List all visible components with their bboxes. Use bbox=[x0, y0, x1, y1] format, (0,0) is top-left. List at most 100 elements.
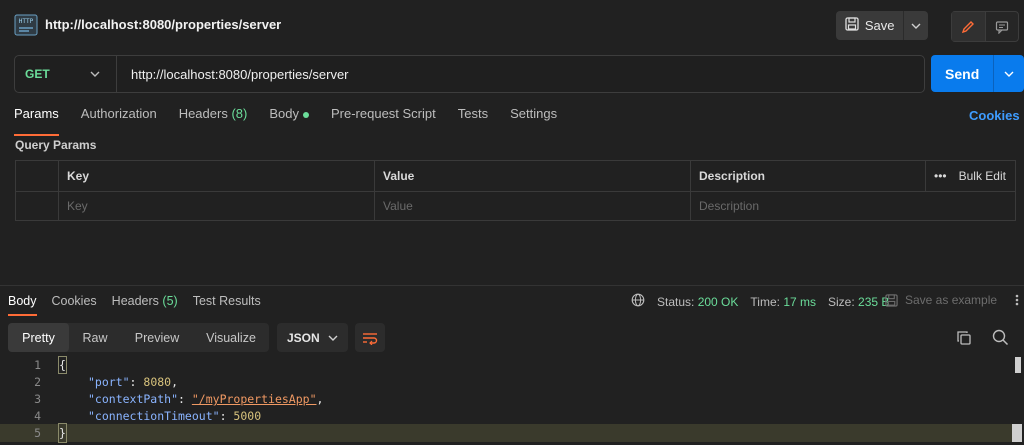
row-checkbox-cell bbox=[16, 191, 58, 221]
checkbox-column-header bbox=[16, 161, 58, 191]
tab-params[interactable]: Params bbox=[14, 106, 59, 136]
svg-text:HTTP: HTTP bbox=[19, 18, 34, 25]
save-as-example-label: Save as example bbox=[905, 293, 998, 307]
chevron-down-icon bbox=[1004, 71, 1014, 77]
copy-icon[interactable] bbox=[956, 330, 972, 349]
code-line: 1 { bbox=[0, 356, 1012, 374]
more-options-icon[interactable]: ••• bbox=[934, 169, 947, 183]
url-input[interactable]: http://localhost:8080/properties/server bbox=[131, 67, 349, 82]
format-tab-pretty[interactable]: Pretty bbox=[8, 323, 69, 352]
format-tabs: Pretty Raw Preview Visualize bbox=[8, 323, 269, 352]
format-select[interactable]: JSON bbox=[277, 323, 348, 352]
tab-headers[interactable]: Headers (8) bbox=[179, 106, 248, 128]
response-tab-headers[interactable]: Headers (5) bbox=[112, 294, 178, 308]
response-meta: Status: 200 OK Time: 17 ms Size: 235 B bbox=[631, 293, 889, 310]
format-tab-raw[interactable]: Raw bbox=[69, 323, 121, 352]
value-input[interactable]: Value bbox=[374, 191, 690, 221]
http-request-icon: HTTP bbox=[14, 14, 38, 36]
save-button[interactable]: Save bbox=[836, 11, 905, 40]
code-text: { bbox=[58, 356, 67, 374]
pencil-icon bbox=[962, 20, 975, 33]
text-cursor bbox=[1012, 424, 1022, 442]
time-info[interactable]: Time: 17 ms bbox=[750, 295, 816, 309]
send-options-button[interactable] bbox=[994, 55, 1024, 92]
save-options-button[interactable] bbox=[904, 23, 928, 29]
title-bar: HTTP http://localhost:8080/properties/se… bbox=[0, 0, 1024, 50]
json-value: 8080 bbox=[143, 375, 172, 389]
status-info[interactable]: Status: 200 OK bbox=[657, 295, 738, 309]
code-text: } bbox=[58, 423, 67, 443]
bulk-edit-link[interactable]: Bulk Edit bbox=[959, 169, 1006, 183]
wrap-lines-icon bbox=[363, 332, 378, 345]
line-number: 3 bbox=[34, 392, 41, 406]
response-tab-body[interactable]: Body bbox=[8, 294, 37, 316]
chevron-down-icon bbox=[90, 71, 100, 77]
response-headers-count: (5) bbox=[162, 294, 178, 308]
view-mode-toggle bbox=[951, 11, 1019, 42]
headers-count: (8) bbox=[231, 106, 248, 121]
json-value: 5000 bbox=[233, 409, 262, 423]
code-line: 2 "port": 8080, bbox=[0, 374, 1012, 390]
time-label: Time: bbox=[750, 294, 780, 309]
table-row: Key Value Description bbox=[16, 191, 1015, 221]
save-icon bbox=[885, 293, 898, 307]
status-value: 200 OK bbox=[697, 294, 739, 309]
response-tabs: Body Cookies Headers (5) Test Results bbox=[8, 294, 261, 316]
request-bar: GET http://localhost:8080/properties/ser… bbox=[14, 55, 925, 93]
tab-authorization[interactable]: Authorization bbox=[81, 106, 157, 128]
code-line: 4 "connectionTimeout": 5000 bbox=[0, 408, 1012, 424]
tab-headers-label: Headers bbox=[178, 106, 228, 121]
globe-icon[interactable] bbox=[631, 293, 645, 310]
size-label: Size: bbox=[828, 294, 855, 309]
save-as-example-button[interactable]: Save as example bbox=[885, 293, 997, 307]
code-text: "port": 8080, bbox=[88, 375, 179, 389]
description-input[interactable]: Description bbox=[690, 191, 1015, 221]
line-number: 1 bbox=[34, 358, 41, 372]
tab-settings[interactable]: Settings bbox=[510, 106, 557, 128]
response-divider[interactable] bbox=[0, 285, 1024, 286]
edit-mode-button[interactable] bbox=[952, 12, 986, 41]
more-options-icon[interactable] bbox=[1012, 293, 1022, 310]
cookies-link[interactable]: Cookies bbox=[969, 108, 1020, 123]
code-text: "connectionTimeout": 5000 bbox=[88, 409, 262, 423]
save-button-group: Save bbox=[836, 11, 928, 40]
code-line-active: 5 } bbox=[0, 423, 1012, 443]
size-info[interactable]: Size: 235 B bbox=[828, 295, 889, 309]
send-button[interactable]: Send bbox=[931, 55, 995, 92]
tab-body[interactable]: Body bbox=[269, 106, 309, 128]
save-icon bbox=[845, 17, 859, 34]
code-text: "contextPath": "/myPropertiesApp", bbox=[88, 392, 324, 406]
json-key: "connectionTimeout" bbox=[88, 409, 220, 423]
comments-button[interactable] bbox=[986, 12, 1019, 41]
comment-icon bbox=[995, 20, 1008, 34]
request-title[interactable]: http://localhost:8080/properties/server bbox=[45, 17, 281, 32]
tab-tests[interactable]: Tests bbox=[458, 106, 488, 128]
scrollbar-thumb[interactable] bbox=[1015, 357, 1021, 373]
key-input[interactable]: Key bbox=[58, 191, 374, 221]
format-tab-preview[interactable]: Preview bbox=[121, 323, 193, 352]
request-tabs: Params Authorization Headers (8) Body Pr… bbox=[14, 106, 557, 136]
response-body-code[interactable]: 1 { 2 "port": 8080, 3 "contextPath": "/m… bbox=[0, 356, 1024, 445]
json-key: "port" bbox=[88, 375, 130, 389]
value-column-header: Value bbox=[374, 161, 690, 191]
format-tab-visualize[interactable]: Visualize bbox=[193, 323, 269, 352]
status-label: Status: bbox=[657, 294, 695, 309]
json-value[interactable]: "/myPropertiesApp" bbox=[192, 392, 317, 406]
response-tab-cookies[interactable]: Cookies bbox=[52, 294, 97, 308]
wrap-lines-button[interactable] bbox=[355, 323, 385, 352]
chevron-down-icon bbox=[328, 335, 338, 341]
search-icon[interactable] bbox=[992, 329, 1009, 349]
format-select-label: JSON bbox=[287, 330, 320, 345]
line-number: 4 bbox=[34, 409, 41, 423]
query-params-table: Key Value Description ••• Bulk Edit Key … bbox=[15, 160, 1016, 221]
key-column-header: Key bbox=[58, 161, 374, 191]
chevron-down-icon bbox=[911, 23, 921, 29]
line-number: 5 bbox=[34, 426, 41, 440]
tab-pre-request-script[interactable]: Pre-request Script bbox=[331, 106, 436, 128]
json-punct: , bbox=[171, 375, 179, 389]
json-punct: , bbox=[316, 392, 324, 406]
bulk-edit-area: ••• Bulk Edit bbox=[925, 161, 1015, 191]
method-select[interactable]: GET bbox=[15, 56, 117, 92]
response-tab-test-results[interactable]: Test Results bbox=[193, 294, 261, 308]
json-key: "contextPath" bbox=[88, 392, 179, 406]
